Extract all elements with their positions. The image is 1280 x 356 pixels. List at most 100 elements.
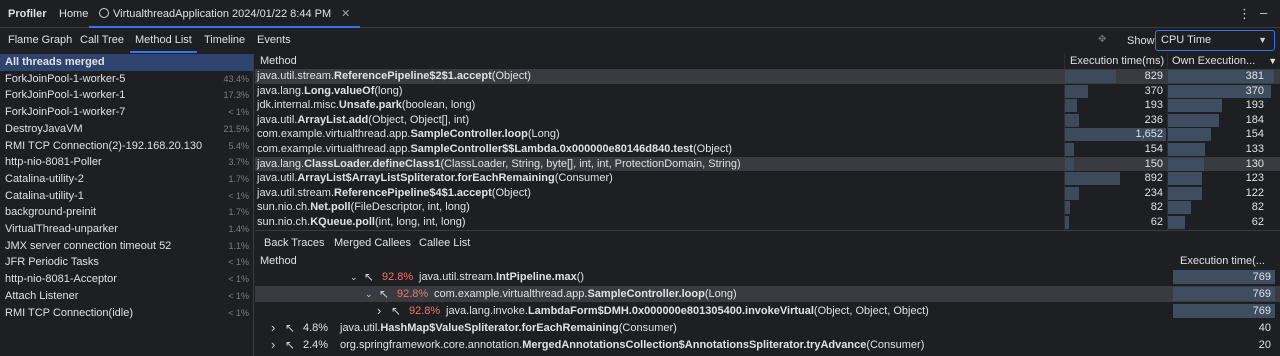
method-params: () bbox=[576, 271, 585, 283]
execution-time-value: 892 bbox=[1144, 172, 1163, 185]
method-package: java.lang. bbox=[257, 157, 305, 170]
execution-time-bar bbox=[1065, 201, 1070, 215]
trace-row[interactable]: › ↖ 4.8% java.util.HashMap$ValueSpliterator… bbox=[255, 320, 1280, 336]
tab-back-traces[interactable]: Back Traces bbox=[264, 235, 325, 251]
execution-time-cell: 236 bbox=[1065, 113, 1166, 127]
pin-icon[interactable]: ✥ bbox=[1098, 34, 1110, 46]
method-params: (Consumer) bbox=[866, 338, 925, 351]
thread-row[interactable]: VirtualThread-unparker 1.4% bbox=[0, 221, 253, 238]
close-icon[interactable]: ✕ bbox=[341, 8, 350, 20]
table-row[interactable]: java.util.stream.ReferencePipeline$4$1.a… bbox=[255, 186, 1280, 201]
table-row[interactable]: java.lang.Long.valueOf(long) 370 370 bbox=[255, 84, 1280, 99]
thread-name: background-preinit bbox=[5, 206, 97, 219]
thread-row[interactable]: All threads merged bbox=[0, 54, 253, 71]
method-class: ClassLoader.defineClass1 bbox=[304, 157, 441, 170]
method-class: ArrayList$ArrayListSpliterator.forEachRe… bbox=[297, 172, 555, 185]
own-execution-value: 62 bbox=[1251, 216, 1264, 228]
own-execution-cell: 193 bbox=[1168, 99, 1274, 113]
method-package: jdk.internal.misc. bbox=[257, 99, 339, 112]
thread-cpu-percent: 3.7% bbox=[228, 157, 249, 168]
table-row[interactable]: jdk.internal.misc.Unsafe.park(boolean, l… bbox=[255, 98, 1280, 113]
thread-row[interactable]: JFR Periodic Tasks < 1% bbox=[0, 254, 253, 271]
chevron-down-icon[interactable]: ⌄ bbox=[350, 269, 358, 285]
tab-events[interactable]: Events bbox=[257, 29, 291, 53]
thread-row[interactable]: http-nio-8081-Acceptor < 1% bbox=[0, 271, 253, 288]
table-row[interactable]: sun.nio.ch.Net.poll(FileDescriptor, int,… bbox=[255, 200, 1280, 215]
thread-row[interactable]: ForkJoinPool-1-worker-5 43.4% bbox=[0, 71, 253, 88]
own-execution-bar bbox=[1168, 99, 1222, 113]
execution-time-bar bbox=[1065, 143, 1075, 156]
trace-percent: 92.8% bbox=[382, 271, 414, 283]
execution-time-bar bbox=[1065, 113, 1080, 127]
table-row[interactable]: java.lang.ClassLoader.defineClass1(Class… bbox=[255, 156, 1280, 172]
execution-time-cell: 370 bbox=[1065, 84, 1166, 98]
thread-row[interactable]: ForkJoinPool-1-worker-1 17.3% bbox=[0, 87, 253, 104]
method-package: java.util. bbox=[257, 172, 298, 185]
tab-home[interactable]: Home bbox=[59, 0, 88, 28]
tab-method-list[interactable]: Method List bbox=[130, 29, 197, 53]
table-row[interactable]: sun.nio.ch.KQueue.poll(int, long, int, l… bbox=[255, 215, 1280, 230]
trace-row[interactable]: › ↖ 92.8% java.lang.invoke.LambdaForm$DMH.0… bbox=[255, 303, 1280, 319]
method-params: (FileDescriptor, int, long) bbox=[350, 201, 470, 214]
method-class: KQueue.poll bbox=[310, 216, 375, 228]
thread-row[interactable]: JMX server connection timeout 52 1.1% bbox=[0, 238, 253, 255]
thread-row[interactable]: RMI TCP Connection(2)-192.168.20.130 5.4% bbox=[0, 138, 253, 155]
thread-cpu-percent: 21.5% bbox=[223, 123, 249, 134]
trace-method-name: java.util.HashMap$ValueSpliterator.forEa… bbox=[340, 320, 677, 336]
thread-cpu-percent: 43.4% bbox=[223, 73, 249, 84]
trace-row[interactable]: ⌄ ↖ 92.8% com.example.virtualthread.app.Sam… bbox=[255, 285, 1280, 302]
column-header-method[interactable]: Method bbox=[260, 253, 297, 269]
column-header-execution-time[interactable]: Execution time(... bbox=[1180, 253, 1265, 269]
column-header-own-execution[interactable]: Own Execution... ▼ bbox=[1172, 54, 1277, 69]
method-package: sun.nio.ch. bbox=[257, 216, 311, 228]
trace-row[interactable]: ⌄ ↖ 92.8% java.util.stream.IntPipeline.max(… bbox=[255, 269, 1280, 285]
execution-time-cell: 154 bbox=[1065, 143, 1166, 156]
thread-row[interactable]: http-nio-8081-Poller 3.7% bbox=[0, 154, 253, 171]
method-name: sun.nio.ch.Net.poll(FileDescriptor, int,… bbox=[257, 200, 470, 215]
minimize-icon[interactable]: – bbox=[1260, 0, 1267, 28]
thread-cpu-percent: 1.7% bbox=[228, 173, 249, 184]
execution-time-value: 150 bbox=[1144, 157, 1163, 170]
execution-time-value: 234 bbox=[1144, 186, 1163, 199]
thread-row[interactable]: Catalina-utility-1 < 1% bbox=[0, 188, 253, 205]
method-class: MergedAnnotationsCollection$AnnotationsS… bbox=[522, 338, 867, 351]
thread-row[interactable]: background-preinit 1.7% bbox=[0, 204, 253, 221]
method-name: com.example.virtualthread.app.SampleCont… bbox=[257, 127, 560, 142]
table-row[interactable]: java.util.ArrayList$ArrayListSpliterator… bbox=[255, 171, 1280, 186]
method-name: java.util.stream.ReferencePipeline$4$1.a… bbox=[257, 186, 531, 201]
table-row[interactable]: java.util.ArrayList.add(Object, Object[]… bbox=[255, 113, 1280, 128]
tab-call-tree[interactable]: Call Tree bbox=[80, 29, 124, 53]
tab-timeline[interactable]: Timeline bbox=[204, 29, 245, 53]
trace-row[interactable]: › ↖ 2.4% org.springframework.core.annotatio… bbox=[255, 337, 1280, 353]
snapshot-clock-icon bbox=[99, 8, 109, 18]
thread-row[interactable]: Catalina-utility-2 1.7% bbox=[0, 171, 253, 188]
show-mode-select[interactable]: CPU Time ▼ bbox=[1155, 30, 1275, 51]
execution-time-cell: 234 bbox=[1065, 186, 1166, 200]
column-header-method[interactable]: Method bbox=[260, 54, 297, 69]
tab-flame-graph[interactable]: Flame Graph bbox=[8, 29, 72, 53]
table-row[interactable]: java.util.stream.ReferencePipeline$2$1.a… bbox=[255, 69, 1280, 84]
tab-profiler-session[interactable]: VirtualthreadApplication 2024/01/22 8:44… bbox=[89, 0, 361, 28]
trace-execution-time-cell: 20 bbox=[1173, 338, 1275, 352]
tab-merged-callees[interactable]: Merged Callees bbox=[334, 235, 411, 251]
thread-list: All threads merged ForkJoinPool-1-worker-… bbox=[0, 54, 254, 356]
execution-time-value: 829 bbox=[1144, 70, 1163, 82]
thread-cpu-percent: 1.4% bbox=[228, 224, 249, 234]
thread-row[interactable]: RMI TCP Connection(idle) < 1% bbox=[0, 305, 253, 322]
more-options-icon[interactable]: ⋮ bbox=[1238, 0, 1251, 28]
execution-time-cell: 829 bbox=[1065, 70, 1166, 83]
thread-row[interactable]: ForkJoinPool-1-worker-7 < 1% bbox=[0, 104, 253, 121]
method-class: IntPipeline.max bbox=[496, 271, 577, 283]
tab-callee-list[interactable]: Callee List bbox=[419, 235, 470, 251]
column-header-execution-time[interactable]: Execution time(ms) bbox=[1070, 54, 1164, 69]
chevron-right-icon[interactable]: › bbox=[271, 320, 275, 336]
thread-row[interactable]: Attach Listener < 1% bbox=[0, 288, 253, 305]
table-row[interactable]: com.example.virtualthread.app.SampleCont… bbox=[255, 142, 1280, 157]
chevron-right-icon[interactable]: › bbox=[271, 337, 275, 353]
table-row[interactable]: com.example.virtualthread.app.SampleCont… bbox=[255, 127, 1280, 142]
chevron-down-icon[interactable]: ⌄ bbox=[365, 286, 373, 302]
thread-row[interactable]: DestroyJavaVM 21.5% bbox=[0, 121, 253, 138]
chevron-right-icon[interactable]: › bbox=[377, 303, 381, 319]
own-execution-value: 133 bbox=[1245, 143, 1264, 155]
own-execution-value: 193 bbox=[1245, 99, 1264, 112]
